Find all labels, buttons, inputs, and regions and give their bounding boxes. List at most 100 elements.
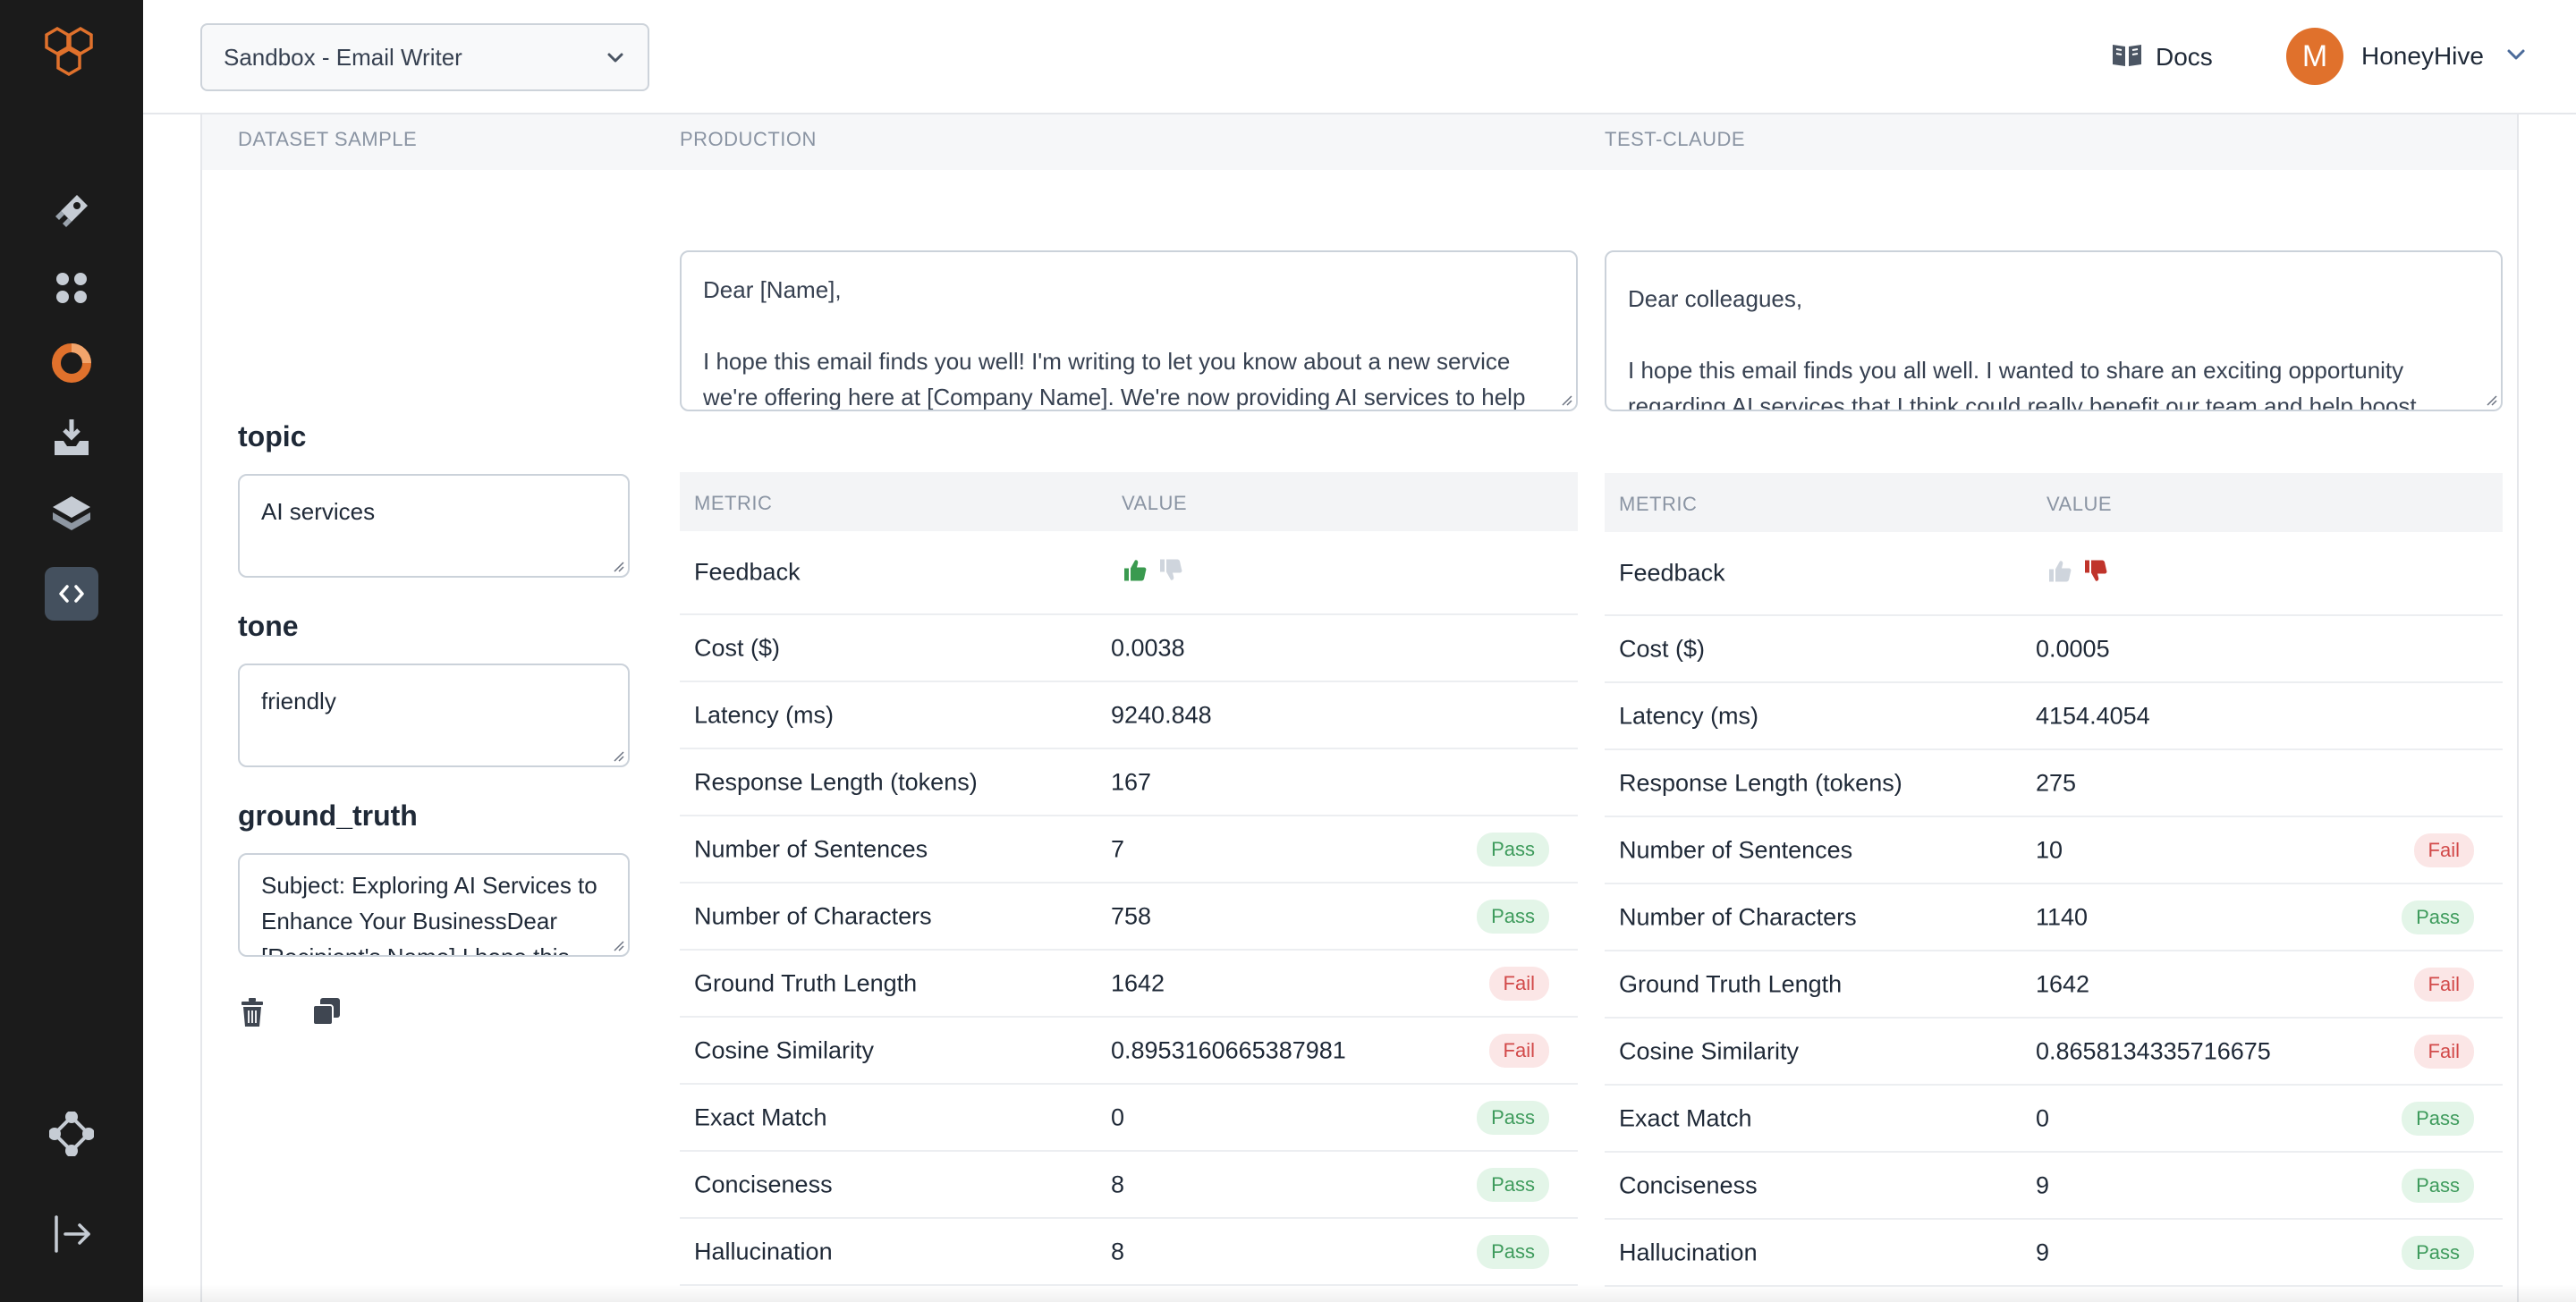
resize-handle-icon[interactable] xyxy=(612,939,624,951)
user-menu[interactable]: M HoneyHive xyxy=(2286,27,2529,86)
ground-truth-line: Enhance Your BusinessDear xyxy=(261,908,558,934)
logout-icon[interactable] xyxy=(45,1207,98,1261)
metric-name: Response Length (tokens) xyxy=(1619,769,1902,796)
metric-value: 10 xyxy=(2036,836,2063,863)
response-line xyxy=(1628,317,2479,352)
response-line: Dear colleagues, xyxy=(1628,285,1803,312)
resize-handle-icon[interactable] xyxy=(612,560,624,572)
status-badge: Fail xyxy=(2413,1034,2474,1069)
metric-row: Exact Match 0 Pass xyxy=(1605,1086,2503,1153)
thumbs-down-icon[interactable] xyxy=(2082,558,2109,589)
docs-label: Docs xyxy=(2156,43,2213,71)
metrics-table-header: METRIC VALUE xyxy=(1605,473,2503,532)
metric-name: Feedback xyxy=(1619,559,1725,587)
metric-name: Cosine Similarity xyxy=(1619,1037,1800,1064)
metric-row: Number of Sentences 10 Fail xyxy=(1605,817,2503,884)
grid-dots-icon[interactable] xyxy=(45,261,98,315)
rocket-icon[interactable] xyxy=(45,184,98,238)
metric-name: Conciseness xyxy=(1619,1171,1758,1198)
honeyhive-logo-icon[interactable] xyxy=(36,21,107,93)
metric-value: 9 xyxy=(2036,1171,2050,1198)
book-icon xyxy=(2111,41,2143,74)
production-response[interactable]: Dear [Name], I hope this email finds you… xyxy=(680,250,1578,411)
topic-label: topic xyxy=(238,420,307,452)
metric-value: 7 xyxy=(1111,835,1125,862)
topic-input[interactable]: AI services xyxy=(238,474,630,578)
response-line: I hope this email finds you all well. I … xyxy=(1628,357,2404,384)
metric-name: Cosine Similarity xyxy=(694,1036,875,1063)
metric-name: Hallucination xyxy=(1619,1239,1758,1265)
metric-value: 0 xyxy=(1111,1103,1125,1130)
metric-name: Cost ($) xyxy=(1619,635,1706,662)
duplicate-icon[interactable] xyxy=(311,996,342,1033)
chart-donut-icon[interactable] xyxy=(45,336,98,390)
column-header-bar xyxy=(202,114,2517,170)
tone-value: friendly xyxy=(261,688,336,714)
project-select[interactable]: Sandbox - Email Writer xyxy=(200,23,649,91)
status-badge: Pass xyxy=(1477,1234,1549,1269)
chevron-down-icon xyxy=(2504,42,2529,72)
metric-value: 275 xyxy=(2036,769,2077,796)
value-column-header: VALUE xyxy=(1122,492,1188,514)
metric-name: Number of Sentences xyxy=(1619,836,1853,863)
metric-row: Response Length (tokens) 275 xyxy=(1605,750,2503,817)
ground-truth-input[interactable]: Subject: Exploring AI Services to Enhanc… xyxy=(238,853,630,957)
metric-value: 0.0005 xyxy=(2036,635,2110,662)
metric-name: Latency (ms) xyxy=(694,701,835,728)
nodes-icon[interactable] xyxy=(45,1107,98,1161)
metric-column-header: METRIC xyxy=(694,492,773,514)
avatar: M xyxy=(2286,28,2343,85)
feedback-buttons xyxy=(2046,558,2109,589)
code-icon[interactable] xyxy=(45,567,98,621)
response-line: we're offering here at [Company Name]. W… xyxy=(703,384,1526,410)
metric-value: 758 xyxy=(1111,902,1152,929)
tone-input[interactable]: friendly xyxy=(238,664,630,767)
metric-row: Response Length (tokens) 167 xyxy=(680,749,1578,816)
thumbs-down-icon[interactable] xyxy=(1157,557,1184,588)
metric-row: Hallucination 9 Pass xyxy=(1605,1220,2503,1287)
metrics-table-header: METRIC VALUE xyxy=(680,472,1578,531)
metric-value: 0.8953160665387981 xyxy=(1111,1036,1346,1063)
metric-value: 4154.4054 xyxy=(2036,702,2150,729)
metric-name: Hallucination xyxy=(694,1238,833,1264)
metric-row: Ground Truth Length 1642 Fail xyxy=(1605,951,2503,1019)
metric-value: 8 xyxy=(1111,1171,1125,1197)
trash-icon[interactable] xyxy=(238,996,267,1033)
chevron-down-icon xyxy=(603,45,628,76)
inbox-download-icon[interactable] xyxy=(45,411,98,465)
status-badge: Pass xyxy=(2402,1101,2474,1136)
project-select-value: Sandbox - Email Writer xyxy=(224,43,462,71)
layers-icon[interactable] xyxy=(45,486,98,540)
docs-link[interactable]: Docs xyxy=(2111,38,2213,77)
metric-name: Number of Characters xyxy=(694,902,932,929)
response-line: regarding AI services that I think could… xyxy=(1628,393,2417,411)
feedback-buttons xyxy=(1122,557,1184,588)
metric-name: Exact Match xyxy=(1619,1104,1752,1131)
metric-row: Number of Sentences 7 Pass xyxy=(680,816,1578,884)
status-badge: Fail xyxy=(1488,1033,1549,1068)
metric-row: Exact Match 0 Pass xyxy=(680,1085,1578,1152)
metric-value: 1642 xyxy=(1111,969,1165,996)
metric-name: Response Length (tokens) xyxy=(694,768,978,795)
metric-name: Exact Match xyxy=(694,1103,827,1130)
value-column-header: VALUE xyxy=(2046,493,2113,515)
metric-row: Cosine Similarity 0.8953160665387981 Fail xyxy=(680,1018,1578,1085)
metric-name: Latency (ms) xyxy=(1619,702,1759,729)
metric-row: Number of Characters 1140 Pass xyxy=(1605,884,2503,951)
test-response[interactable]: Dear colleagues, I hope this email finds… xyxy=(1605,250,2503,411)
metric-value: 1642 xyxy=(2036,970,2090,997)
topic-value: AI services xyxy=(261,498,376,525)
thumbs-up-icon[interactable] xyxy=(1122,557,1148,588)
metric-name: Feedback xyxy=(694,558,801,586)
resize-handle-icon[interactable] xyxy=(1560,393,1572,406)
metric-value: 8 xyxy=(1111,1238,1125,1264)
resize-handle-icon[interactable] xyxy=(2485,393,2497,406)
user-name: HoneyHive xyxy=(2361,42,2484,70)
metric-name: Number of Sentences xyxy=(694,835,928,862)
test-metrics-table: METRIC VALUE Feedback Cost ($) 0.0005 Laten… xyxy=(1605,473,2503,1287)
response-line: I hope this email finds you well! I'm wr… xyxy=(703,348,1511,375)
thumbs-up-icon[interactable] xyxy=(2046,558,2073,589)
resize-handle-icon[interactable] xyxy=(612,749,624,762)
metric-row: Feedback xyxy=(680,531,1578,615)
metric-name: Ground Truth Length xyxy=(694,969,918,996)
